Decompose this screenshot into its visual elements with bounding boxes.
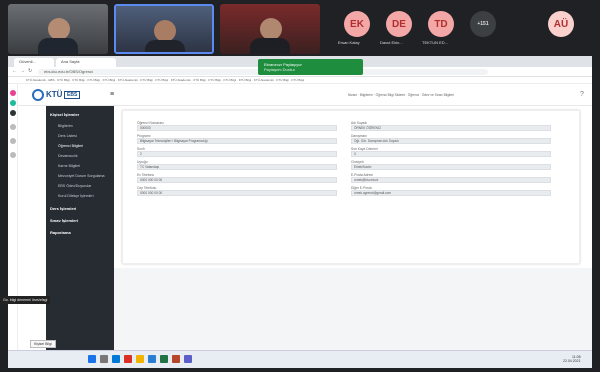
hamburger-menu-icon[interactable]: ≡: [110, 91, 114, 98]
video-tile-2[interactable]: [114, 4, 214, 54]
rail-icon[interactable]: [10, 138, 16, 144]
teams-icon[interactable]: [184, 355, 192, 363]
field-value[interactable]: Öğr. Gör. Danışman Adı Soyadı: [351, 138, 551, 144]
app-logo-sub: EBS: [64, 91, 81, 99]
field-value[interactable]: 3: [351, 151, 551, 157]
participant-name: TEKTUN ED...: [422, 40, 449, 45]
app-header: KTÜ EBS ≡ Nizam · Bilgilerim · Öğrenci B…: [18, 84, 592, 106]
clock-date: 22.04.2021: [563, 359, 581, 363]
field-value[interactable]: 2: [137, 151, 337, 157]
breadcrumb: Nizam · Bilgilerim · Öğrenci Bilgi Siste…: [348, 93, 454, 97]
participant-name: Ersan Kalay: [338, 40, 360, 45]
form-left-column: Öğrenci Numarası 000000 Programı Bilgisayar…: [137, 121, 337, 199]
form-field: Cinsiyeti Erkek/Kadın: [351, 160, 551, 170]
rail-icon[interactable]: [10, 124, 16, 130]
video-tile-3[interactable]: [220, 4, 320, 54]
sidebar-item[interactable]: Kurul Dilekçe İşlemleri: [58, 194, 94, 198]
screen-share-banner[interactable]: Ekranınızı Paylaşıyor Paylaşımı Durdur: [258, 59, 363, 75]
excel-icon[interactable]: [160, 355, 168, 363]
shared-screen: Güvenli... Ana Sayfa ← → ↻ ebs.ktu.edu.t…: [8, 56, 592, 368]
sidebar-section-exams[interactable]: Sınav İşlemleri: [50, 218, 78, 223]
forward-icon[interactable]: →: [20, 68, 25, 74]
field-value[interactable]: TC Vatandaşı: [137, 164, 337, 170]
bookmarks-bar[interactable]: KTÜ Akademik · EBS · KTÜ Bilgi · KTÜ Bil…: [8, 77, 592, 84]
form-field: E-Posta Adresi ornek@ktu.edu.tr: [351, 173, 551, 183]
form-field: Cep Telefonu 0000 000 00 00: [137, 186, 337, 196]
form-field: Son Kayıt Dönemi 3: [351, 147, 551, 157]
search-icon[interactable]: [100, 355, 108, 363]
left-extension-rail: [8, 84, 18, 360]
reload-icon[interactable]: ↻: [28, 68, 32, 74]
help-icon[interactable]: ?: [580, 91, 584, 98]
content-background: [114, 268, 592, 360]
participant-avatar-td[interactable]: TD: [428, 11, 454, 37]
avatar-initials: TD: [434, 18, 448, 30]
rail-icon[interactable]: [10, 152, 16, 158]
form-field: Diğer E-Posta ornek.ogrenci@gmail.com: [351, 186, 551, 196]
stop-share-link[interactable]: Paylaşımı Durdur: [264, 67, 357, 72]
edge-icon[interactable]: [112, 355, 120, 363]
browser-tab[interactable]: Güvenli...: [14, 58, 54, 67]
powerpoint-icon[interactable]: [172, 355, 180, 363]
folder-icon[interactable]: [136, 355, 144, 363]
rail-icon[interactable]: [10, 90, 16, 96]
sidebar-item[interactable]: Mezuniyet Durum Sorgulama: [58, 174, 105, 178]
meeting-top-bar: EK Ersan Kalay DE Davut Ekin... TD TEKTU…: [0, 0, 600, 56]
participant-avatar-de[interactable]: DE: [386, 11, 412, 37]
presenter-label: Go. bilgi deneme/ ösrs/elsgi: [0, 296, 51, 304]
chrome-icon[interactable]: [124, 355, 132, 363]
ktu-logo-icon: [32, 89, 44, 101]
field-value[interactable]: ornek.ogrenci@gmail.com: [351, 190, 551, 196]
rail-icon[interactable]: [10, 100, 16, 106]
field-value[interactable]: ornek@ktu.edu.tr: [351, 177, 551, 183]
start-icon[interactable]: [88, 355, 96, 363]
more-participants-button[interactable]: +151: [470, 11, 496, 37]
field-value[interactable]: 0000 000 00 00: [137, 190, 337, 196]
field-value[interactable]: 0000 000 00 00: [137, 177, 337, 183]
sidebar-item[interactable]: EBS Ödev/Duyurular: [58, 184, 91, 188]
participant-name: Davut Ekin...: [380, 40, 403, 45]
sidebar-section-reports[interactable]: Raporlama: [50, 230, 71, 235]
self-avatar[interactable]: AÜ: [548, 11, 574, 37]
self-initials: AÜ: [553, 18, 569, 30]
field-value[interactable]: 000000: [137, 125, 337, 131]
sidebar-section-personal[interactable]: Kişisel İşlemler: [50, 112, 79, 117]
form-field: Ev Telefonu 0000 000 00 00: [137, 173, 337, 183]
more-count: +151: [477, 21, 489, 27]
sidebar-item[interactable]: Bilgilerim: [58, 124, 73, 128]
app-logo-text: KTÜ: [46, 90, 63, 99]
clock[interactable]: 11:08 22.04.2021: [563, 355, 581, 363]
sidebar-item[interactable]: Ders Listesi: [58, 134, 77, 138]
form-field: Programı Bilgisayar Teknolojileri / Bilgi…: [137, 134, 337, 144]
back-icon[interactable]: ←: [12, 68, 17, 74]
sidebar-item-active[interactable]: Öğrenci Bilgileri: [58, 144, 83, 148]
rail-icon[interactable]: [10, 110, 16, 116]
field-value[interactable]: Bilgisayar Teknolojileri / Bilgisayar Pr…: [137, 138, 337, 144]
field-value[interactable]: ÖRNEK ÖĞRENCİ: [351, 125, 551, 131]
form-field: Uyruğu TC Vatandaşı: [137, 160, 337, 170]
sidebar-item[interactable]: Devamsızlık: [58, 154, 78, 158]
browser-tab-active[interactable]: Ana Sayfa: [56, 58, 116, 67]
form-field: Öğrenci Numarası 000000: [137, 121, 337, 131]
word-icon[interactable]: [148, 355, 156, 363]
sidebar-item[interactable]: Karne Bilgileri: [58, 164, 80, 168]
field-value[interactable]: Erkek/Kadın: [351, 164, 551, 170]
avatar-initials: DE: [392, 18, 406, 30]
form-field: Sınıfı 2: [137, 147, 337, 157]
student-info-panel: Öğrenci Numarası 000000 Programı Bilgisayar…: [122, 110, 580, 264]
avatar-initials: EK: [350, 18, 364, 30]
form-field: Danışmanı Öğr. Gör. Danışman Adı Soyadı: [351, 134, 551, 144]
form-right-column: Adı Soyadı ÖRNEK ÖĞRENCİ Danışmanı Öğr. Gör…: [351, 121, 551, 199]
video-tile-1[interactable]: [8, 4, 108, 54]
sidebar-section-courses[interactable]: Ders İşlemleri: [50, 206, 76, 211]
tooltip: Kişisel Bilgi: [30, 340, 56, 348]
participant-avatar-ek[interactable]: EK: [344, 11, 370, 37]
sidebar: Kişisel İşlemler Bilgilerim Ders Listesi…: [46, 106, 114, 360]
windows-taskbar: 11:08 22.04.2021: [8, 350, 592, 368]
form-field: Adı Soyadı ÖRNEK ÖĞRENCİ: [351, 121, 551, 131]
